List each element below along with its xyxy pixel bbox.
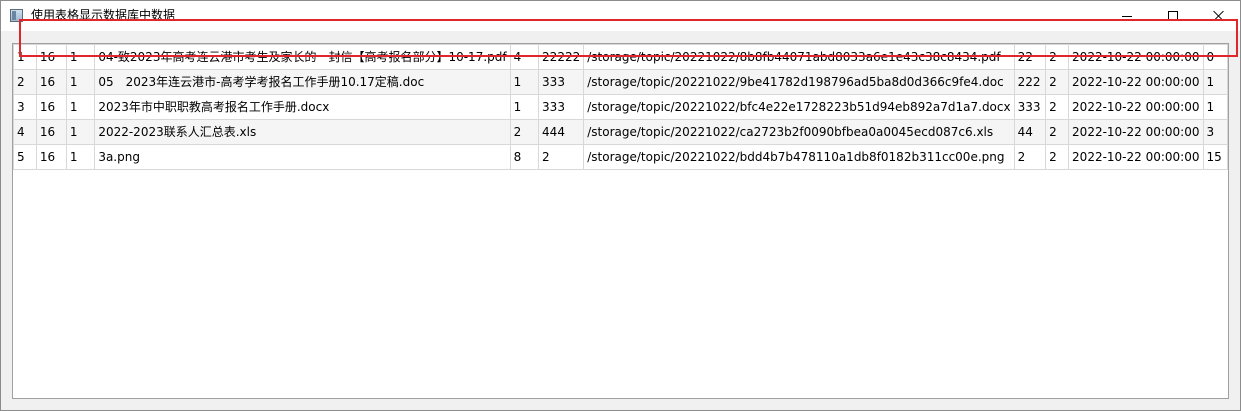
table-cell[interactable]: 4 — [13, 119, 37, 145]
table-cell[interactable]: 22 — [1013, 44, 1047, 70]
table-cell[interactable]: 3 — [1202, 119, 1228, 145]
table-cell[interactable]: 1 — [13, 44, 37, 70]
table-cell[interactable]: 1 — [65, 94, 96, 120]
table-cell[interactable]: 04-致2023年高考连云港市考生及家长的一封信【高考报名部分】10-17.pd… — [94, 44, 511, 70]
table-cell[interactable]: 2 — [1013, 144, 1047, 170]
table-cell[interactable]: 1 — [65, 119, 96, 145]
table-row[interactable]: 3 16 1 2023年市中职职教高考报名工作手册.docx 1 333/storage/… — [13, 94, 1228, 120]
table-cell[interactable]: 16 — [35, 44, 67, 70]
table-cell[interactable]: 2022-10-22 00:00:00 — [1068, 44, 1204, 70]
table-cell[interactable]: 222 — [1013, 69, 1047, 95]
window-app-icon — [10, 9, 23, 22]
table-cell[interactable]: 1 — [65, 69, 96, 95]
minimize-icon — [1122, 16, 1132, 17]
table-cell[interactable]: 2 — [509, 119, 540, 145]
table-cell[interactable]: 1 — [65, 44, 96, 70]
table-cell[interactable]: 05 2023年连云港市-高考学考报名工作手册10.17定稿.doc — [94, 69, 511, 95]
table-cell[interactable]: 2022-10-22 00:00:00 — [1068, 94, 1204, 120]
minimize-button[interactable] — [1104, 1, 1150, 31]
table-cell[interactable]: 1 — [1202, 69, 1228, 95]
maximize-icon — [1168, 11, 1178, 21]
table-cell[interactable]: 1 — [509, 69, 540, 95]
table-cell[interactable]: 0 — [1202, 44, 1228, 70]
main-window: 使用表格显示数据库中数据 1 16 1 04-致2023年高考连云港市考生及家长的一封… — [0, 0, 1241, 411]
table-cell[interactable]: 15 — [1202, 144, 1228, 170]
table-cell[interactable]: 2022-10-22 00:00:00 — [1068, 69, 1204, 95]
table-row[interactable]: 1 16 1 04-致2023年高考连云港市考生及家长的一封信【高考报名部分】10-1… — [13, 44, 1228, 70]
maximize-button[interactable] — [1150, 1, 1196, 31]
table-cell[interactable]: 4 — [509, 44, 540, 70]
table-body: 1 16 1 04-致2023年高考连云港市考生及家长的一封信【高考报名部分】10-1… — [13, 44, 1228, 170]
table-cell[interactable]: /storage/topic/20221022/8b8fb44071abd803… — [583, 44, 1015, 70]
table-cell[interactable]: 2022-10-22 00:00:00 — [1068, 144, 1204, 170]
table-cell[interactable]: 44 — [1013, 119, 1047, 145]
close-icon — [1213, 10, 1225, 22]
table-cell[interactable]: 5 — [13, 144, 37, 170]
table-row[interactable]: 2 16 1 05 2023年连云港市-高考学考报名工作手册10.17定稿.doc 1 3… — [13, 69, 1228, 95]
table-cell[interactable]: 2 — [1045, 94, 1070, 120]
table-cell[interactable]: 16 — [35, 94, 67, 120]
close-button[interactable] — [1196, 1, 1241, 31]
table-cell[interactable]: 16 — [35, 144, 67, 170]
table-cell[interactable]: 1 — [509, 94, 540, 120]
table-cell[interactable]: 8 — [509, 144, 540, 170]
data-table[interactable]: 1 16 1 04-致2023年高考连云港市考生及家长的一封信【高考报名部分】10-1… — [12, 43, 1229, 399]
table-cell[interactable]: 2022-2023联系人汇总表.xls — [94, 119, 511, 145]
table-cell[interactable]: 1 — [65, 144, 96, 170]
table-cell[interactable]: 333 — [538, 69, 585, 95]
title-bar[interactable]: 使用表格显示数据库中数据 — [1, 1, 1240, 31]
table-cell[interactable]: 2 — [1045, 119, 1070, 145]
table-cell[interactable]: 2022-10-22 00:00:00 — [1068, 119, 1204, 145]
table-row[interactable]: 5 16 1 3a.png 8 2/storage/topic/20221022/bdd4… — [13, 144, 1228, 170]
table-cell[interactable]: /storage/topic/20221022/bfc4e22e1728223b… — [583, 94, 1015, 120]
table-cell[interactable]: 3a.png — [94, 144, 511, 170]
table-cell[interactable]: 2 — [1045, 144, 1070, 170]
table-cell[interactable]: /storage/topic/20221022/ca2723b2f0090bfb… — [583, 119, 1015, 145]
table-cell[interactable]: 2 — [538, 144, 585, 170]
table-cell[interactable]: /storage/topic/20221022/9be41782d198796a… — [583, 69, 1015, 95]
table-grid: 1 16 1 04-致2023年高考连云港市考生及家长的一封信【高考报名部分】10-1… — [13, 44, 1228, 170]
table-row[interactable]: 4 16 1 2022-2023联系人汇总表.xls 2 444/storage/topi… — [13, 119, 1228, 145]
window-title: 使用表格显示数据库中数据 — [31, 8, 176, 22]
table-cell[interactable]: 1 — [1202, 94, 1228, 120]
table-cell[interactable]: 444 — [538, 119, 585, 145]
table-cell[interactable]: 2 — [1045, 44, 1070, 70]
table-cell[interactable]: 2 — [1045, 69, 1070, 95]
table-cell[interactable]: 333 — [1013, 94, 1047, 120]
table-cell[interactable]: 2 — [13, 69, 37, 95]
table-cell[interactable]: 16 — [35, 119, 67, 145]
table-cell[interactable]: /storage/topic/20221022/bdd4b7b478110a1d… — [583, 144, 1015, 170]
table-cell[interactable]: 22222 — [538, 44, 585, 70]
table-cell[interactable]: 3 — [13, 94, 37, 120]
table-cell[interactable]: 333 — [538, 94, 585, 120]
table-cell[interactable]: 16 — [35, 69, 67, 95]
table-cell[interactable]: 2023年市中职职教高考报名工作手册.docx — [94, 94, 511, 120]
